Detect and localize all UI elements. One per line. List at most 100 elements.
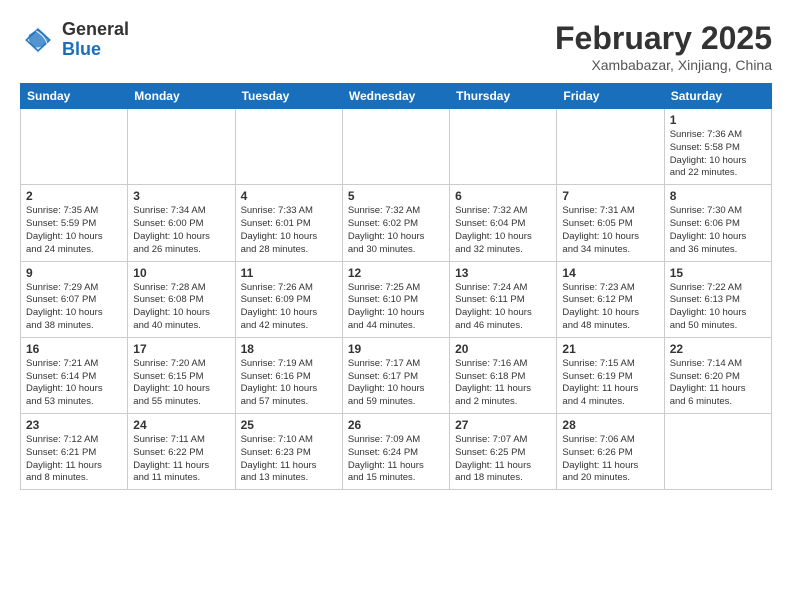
calendar-week-row: 1 Sunrise: 7:36 AM Sunset: 5:58 PM Daylig… xyxy=(21,109,772,185)
calendar-cell: 22 Sunrise: 7:14 AM Sunset: 6:20 PM Dayli… xyxy=(664,337,771,413)
day-number: 13 xyxy=(455,266,551,280)
calendar-cell xyxy=(450,109,557,185)
calendar-cell: 16 Sunrise: 7:21 AM Sunset: 6:14 PM Dayli… xyxy=(21,337,128,413)
day-info: Sunrise: 7:06 AM Sunset: 6:26 PM Dayligh… xyxy=(562,434,658,485)
calendar-cell: 13 Sunrise: 7:24 AM Sunset: 6:11 PM Dayli… xyxy=(450,261,557,337)
logo-text: General Blue xyxy=(62,20,129,60)
logo-icon xyxy=(20,22,56,58)
calendar-cell: 26 Sunrise: 7:09 AM Sunset: 6:24 PM Dayli… xyxy=(342,414,449,490)
day-info: Sunrise: 7:19 AM Sunset: 6:16 PM Dayligh… xyxy=(241,358,337,409)
day-info: Sunrise: 7:22 AM Sunset: 6:13 PM Dayligh… xyxy=(670,282,766,333)
logo-blue: Blue xyxy=(62,39,101,59)
calendar-cell: 10 Sunrise: 7:28 AM Sunset: 6:08 PM Dayli… xyxy=(128,261,235,337)
day-number: 2 xyxy=(26,189,122,203)
calendar-cell xyxy=(21,109,128,185)
day-number: 27 xyxy=(455,418,551,432)
day-info: Sunrise: 7:36 AM Sunset: 5:58 PM Dayligh… xyxy=(670,129,766,180)
day-info: Sunrise: 7:11 AM Sunset: 6:22 PM Dayligh… xyxy=(133,434,229,485)
calendar-day-header: Friday xyxy=(557,84,664,109)
day-info: Sunrise: 7:32 AM Sunset: 6:02 PM Dayligh… xyxy=(348,205,444,256)
calendar-cell: 11 Sunrise: 7:26 AM Sunset: 6:09 PM Dayli… xyxy=(235,261,342,337)
day-info: Sunrise: 7:26 AM Sunset: 6:09 PM Dayligh… xyxy=(241,282,337,333)
day-number: 19 xyxy=(348,342,444,356)
day-number: 14 xyxy=(562,266,658,280)
logo: General Blue xyxy=(20,20,129,60)
day-info: Sunrise: 7:31 AM Sunset: 6:05 PM Dayligh… xyxy=(562,205,658,256)
day-number: 8 xyxy=(670,189,766,203)
day-info: Sunrise: 7:23 AM Sunset: 6:12 PM Dayligh… xyxy=(562,282,658,333)
logo-general: General xyxy=(62,19,129,39)
calendar-cell: 28 Sunrise: 7:06 AM Sunset: 6:26 PM Dayli… xyxy=(557,414,664,490)
day-info: Sunrise: 7:24 AM Sunset: 6:11 PM Dayligh… xyxy=(455,282,551,333)
calendar-cell: 15 Sunrise: 7:22 AM Sunset: 6:13 PM Dayli… xyxy=(664,261,771,337)
day-number: 17 xyxy=(133,342,229,356)
day-info: Sunrise: 7:34 AM Sunset: 6:00 PM Dayligh… xyxy=(133,205,229,256)
day-number: 20 xyxy=(455,342,551,356)
day-number: 9 xyxy=(26,266,122,280)
calendar-cell: 5Sunrise: 7:32 AM Sunset: 6:02 PM Daylig… xyxy=(342,185,449,261)
day-number: 11 xyxy=(241,266,337,280)
calendar-cell xyxy=(235,109,342,185)
calendar-cell: 25 Sunrise: 7:10 AM Sunset: 6:23 PM Dayli… xyxy=(235,414,342,490)
calendar-header-row: SundayMondayTuesdayWednesdayThursdayFrid… xyxy=(21,84,772,109)
day-info: Sunrise: 7:20 AM Sunset: 6:15 PM Dayligh… xyxy=(133,358,229,409)
calendar-cell: 7 Sunrise: 7:31 AM Sunset: 6:05 PM Daylig… xyxy=(557,185,664,261)
location: Xambabazar, Xinjiang, China xyxy=(555,57,772,73)
day-info: Sunrise: 7:12 AM Sunset: 6:21 PM Dayligh… xyxy=(26,434,122,485)
day-number: 15 xyxy=(670,266,766,280)
day-info: Sunrise: 7:21 AM Sunset: 6:14 PM Dayligh… xyxy=(26,358,122,409)
day-number: 26 xyxy=(348,418,444,432)
day-number: 1 xyxy=(670,113,766,127)
calendar-cell: 27 Sunrise: 7:07 AM Sunset: 6:25 PM Dayli… xyxy=(450,414,557,490)
calendar-table: SundayMondayTuesdayWednesdayThursdayFrid… xyxy=(20,83,772,490)
calendar-cell: 1 Sunrise: 7:36 AM Sunset: 5:58 PM Daylig… xyxy=(664,109,771,185)
day-info: Sunrise: 7:35 AM Sunset: 5:59 PM Dayligh… xyxy=(26,205,122,256)
calendar-day-header: Monday xyxy=(128,84,235,109)
day-info: Sunrise: 7:07 AM Sunset: 6:25 PM Dayligh… xyxy=(455,434,551,485)
day-info: Sunrise: 7:29 AM Sunset: 6:07 PM Dayligh… xyxy=(26,282,122,333)
calendar-day-header: Saturday xyxy=(664,84,771,109)
calendar-week-row: 2 Sunrise: 7:35 AM Sunset: 5:59 PM Daylig… xyxy=(21,185,772,261)
title-block: February 2025 Xambabazar, Xinjiang, Chin… xyxy=(555,20,772,73)
calendar-cell: 18Sunrise: 7:19 AM Sunset: 6:16 PM Dayli… xyxy=(235,337,342,413)
calendar-day-header: Thursday xyxy=(450,84,557,109)
day-info: Sunrise: 7:16 AM Sunset: 6:18 PM Dayligh… xyxy=(455,358,551,409)
day-info: Sunrise: 7:09 AM Sunset: 6:24 PM Dayligh… xyxy=(348,434,444,485)
day-number: 22 xyxy=(670,342,766,356)
calendar-day-header: Wednesday xyxy=(342,84,449,109)
month-title: February 2025 xyxy=(555,20,772,57)
day-number: 3 xyxy=(133,189,229,203)
calendar-cell xyxy=(557,109,664,185)
day-number: 16 xyxy=(26,342,122,356)
calendar-day-header: Tuesday xyxy=(235,84,342,109)
calendar-week-row: 16 Sunrise: 7:21 AM Sunset: 6:14 PM Dayli… xyxy=(21,337,772,413)
day-info: Sunrise: 7:17 AM Sunset: 6:17 PM Dayligh… xyxy=(348,358,444,409)
calendar-cell: 12Sunrise: 7:25 AM Sunset: 6:10 PM Dayli… xyxy=(342,261,449,337)
calendar-cell: 21Sunrise: 7:15 AM Sunset: 6:19 PM Dayli… xyxy=(557,337,664,413)
day-info: Sunrise: 7:25 AM Sunset: 6:10 PM Dayligh… xyxy=(348,282,444,333)
calendar-week-row: 23 Sunrise: 7:12 AM Sunset: 6:21 PM Dayli… xyxy=(21,414,772,490)
day-info: Sunrise: 7:30 AM Sunset: 6:06 PM Dayligh… xyxy=(670,205,766,256)
calendar-cell xyxy=(664,414,771,490)
calendar-cell: 19 Sunrise: 7:17 AM Sunset: 6:17 PM Dayli… xyxy=(342,337,449,413)
calendar-cell: 3 Sunrise: 7:34 AM Sunset: 6:00 PM Daylig… xyxy=(128,185,235,261)
calendar-cell: 2 Sunrise: 7:35 AM Sunset: 5:59 PM Daylig… xyxy=(21,185,128,261)
calendar-cell: 8 Sunrise: 7:30 AM Sunset: 6:06 PM Daylig… xyxy=(664,185,771,261)
calendar-cell: 14 Sunrise: 7:23 AM Sunset: 6:12 PM Dayli… xyxy=(557,261,664,337)
day-number: 4 xyxy=(241,189,337,203)
day-info: Sunrise: 7:10 AM Sunset: 6:23 PM Dayligh… xyxy=(241,434,337,485)
day-number: 23 xyxy=(26,418,122,432)
day-number: 7 xyxy=(562,189,658,203)
day-number: 10 xyxy=(133,266,229,280)
page-header: General Blue February 2025 Xambabazar, X… xyxy=(20,20,772,73)
day-info: Sunrise: 7:28 AM Sunset: 6:08 PM Dayligh… xyxy=(133,282,229,333)
calendar-cell: 17 Sunrise: 7:20 AM Sunset: 6:15 PM Dayli… xyxy=(128,337,235,413)
day-number: 28 xyxy=(562,418,658,432)
day-info: Sunrise: 7:15 AM Sunset: 6:19 PM Dayligh… xyxy=(562,358,658,409)
day-info: Sunrise: 7:14 AM Sunset: 6:20 PM Dayligh… xyxy=(670,358,766,409)
calendar-cell xyxy=(128,109,235,185)
calendar-cell: 20 Sunrise: 7:16 AM Sunset: 6:18 PM Dayli… xyxy=(450,337,557,413)
day-info: Sunrise: 7:33 AM Sunset: 6:01 PM Dayligh… xyxy=(241,205,337,256)
day-number: 25 xyxy=(241,418,337,432)
calendar-day-header: Sunday xyxy=(21,84,128,109)
